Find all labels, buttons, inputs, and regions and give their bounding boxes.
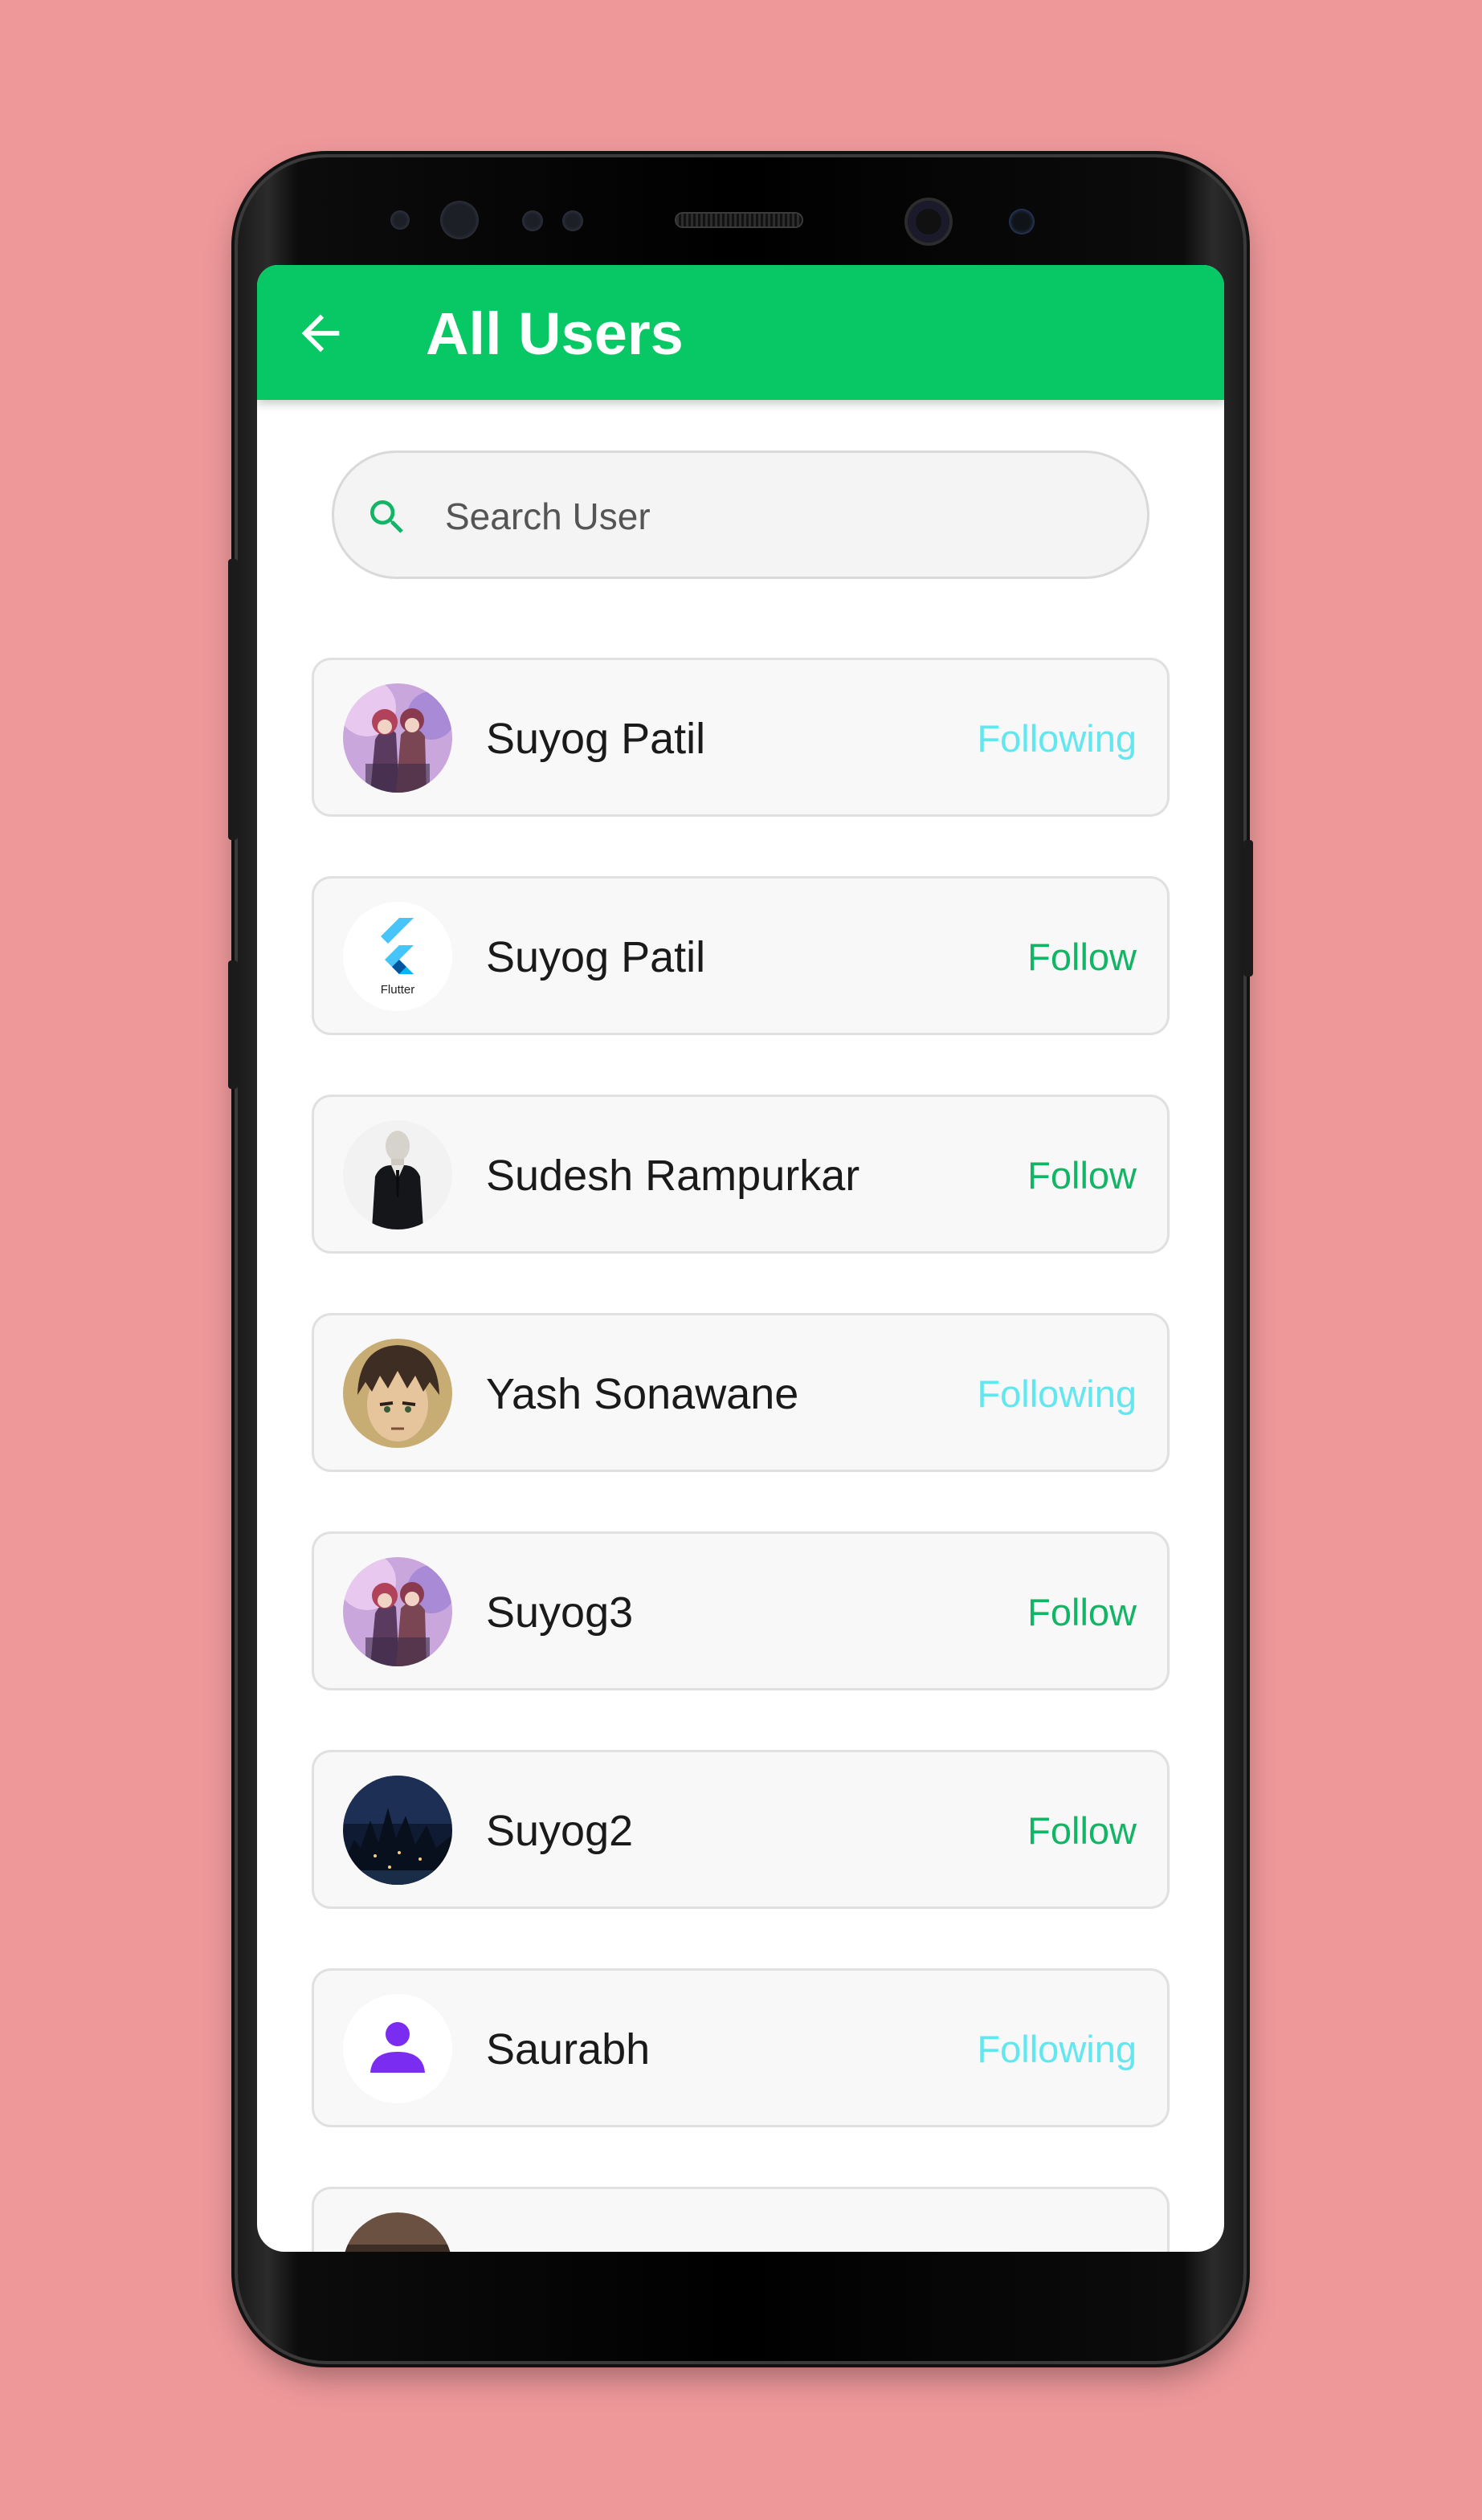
power-button xyxy=(1243,840,1253,977)
user-card[interactable] xyxy=(312,2187,1170,2252)
user-name: Suyog2 xyxy=(486,1807,634,1855)
user-name: Saurabh xyxy=(486,2025,651,2073)
following-button[interactable]: Following xyxy=(977,713,1137,765)
default-person-avatar xyxy=(343,1994,452,2103)
follow-button[interactable]: Follow xyxy=(1027,1805,1137,1857)
anime-boy-avatar xyxy=(343,1339,452,1448)
following-button[interactable]: Following xyxy=(977,1368,1137,1420)
user-name: Yash Sonawane xyxy=(486,1370,799,1418)
user-card[interactable]: Yash Sonawane Following xyxy=(312,1313,1170,1472)
iris-led xyxy=(1009,209,1035,234)
follow-button[interactable]: Follow xyxy=(1027,1587,1137,1638)
sensor-dot xyxy=(562,210,583,231)
top-bezel xyxy=(238,157,1243,265)
night-castle-avatar xyxy=(343,1776,452,1885)
search-input[interactable] xyxy=(443,485,1105,548)
earpiece-speaker xyxy=(676,214,802,226)
user-card[interactable]: Sudesh Rampurkar Follow xyxy=(312,1095,1170,1254)
svg-text:Flutter: Flutter xyxy=(381,983,415,997)
sensor-dot xyxy=(522,210,543,231)
phone-frame: All Users Search User Suyog Patil Follow… xyxy=(228,157,1253,2361)
page-title: All Users xyxy=(426,300,684,367)
app-screen: All Users Search User Suyog Patil Follow… xyxy=(257,265,1224,2252)
user-list: Suyog Patil Following Flutter Suyog Pati… xyxy=(312,658,1170,2252)
anime-duo-avatar xyxy=(343,683,452,793)
user-name: Suyog3 xyxy=(486,1588,634,1637)
user-card[interactable]: Suyog Patil Following xyxy=(312,658,1170,817)
avatar xyxy=(343,2212,452,2252)
user-name: Suyog Patil xyxy=(486,715,706,763)
arrow-left-icon[interactable] xyxy=(292,305,349,361)
bottom-bezel xyxy=(238,2252,1243,2361)
search-bar[interactable] xyxy=(332,451,1149,579)
user-card[interactable]: Suyog2 Follow xyxy=(312,1750,1170,1909)
iris-scanner xyxy=(440,201,479,239)
app-bar: All Users xyxy=(257,265,1224,400)
user-card[interactable]: Saurabh Following xyxy=(312,1968,1170,2127)
man-in-suit-avatar xyxy=(343,1120,452,1229)
flutter-logo-avatar: Flutter xyxy=(343,902,452,1011)
sensor-dot xyxy=(390,210,410,230)
search-icon xyxy=(365,495,410,540)
follow-button[interactable]: Follow xyxy=(1027,1150,1137,1201)
follow-button[interactable]: Follow xyxy=(1027,932,1137,983)
following-button[interactable]: Following xyxy=(977,2024,1137,2075)
user-name: Sudesh Rampurkar xyxy=(486,1152,860,1200)
user-card[interactable]: Flutter Suyog Patil Follow xyxy=(312,876,1170,1035)
user-name: Suyog Patil xyxy=(486,933,706,981)
volume-button xyxy=(228,559,238,840)
front-camera xyxy=(908,201,949,243)
bixby-button xyxy=(228,960,238,1089)
user-card[interactable]: Suyog3 Follow xyxy=(312,1531,1170,1690)
anime-duo-avatar xyxy=(343,1557,452,1666)
